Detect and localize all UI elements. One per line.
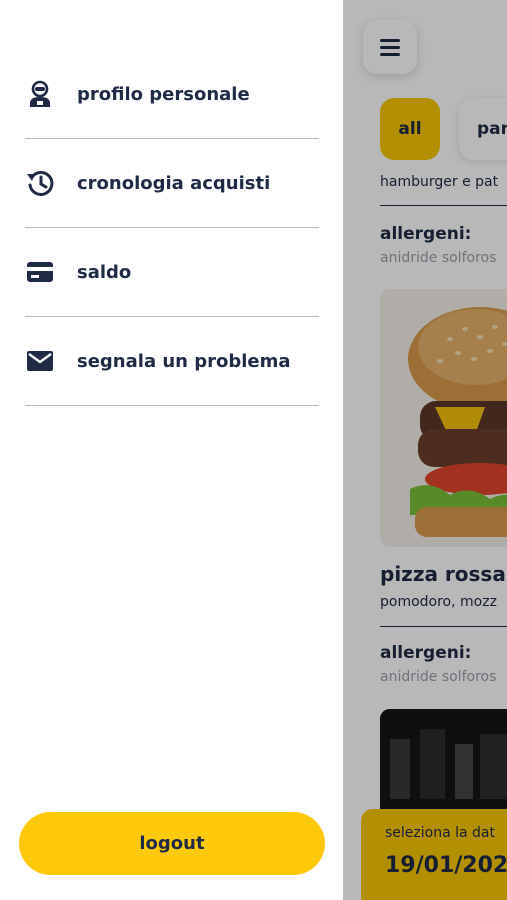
main-screen: all par hamburger e pat allergeni: anidr… [343, 0, 507, 900]
hamburger-image[interactable] [380, 289, 507, 547]
logout-button[interactable]: logout [19, 812, 325, 875]
menu-button[interactable] [363, 20, 417, 74]
allergens-text: anidride solforos [380, 669, 497, 685]
date-label: seleziona la dat [385, 825, 495, 841]
credit-card-icon [25, 257, 55, 287]
divider [380, 205, 507, 206]
allergens-title: allergeni: [380, 643, 472, 663]
drawer-item-balance[interactable]: saldo [25, 228, 319, 317]
mail-icon [25, 346, 55, 376]
allergens-text: anidride solforos [380, 250, 497, 266]
navigation-drawer: profilo personale cronologia acquisti sa… [0, 0, 343, 900]
drawer-item-purchase-history[interactable]: cronologia acquisti [25, 139, 319, 228]
divider [380, 626, 507, 627]
item-title: pizza rossa [380, 562, 506, 586]
food-image[interactable] [380, 709, 507, 809]
user-icon [25, 79, 55, 109]
drawer-item-label: profilo personale [77, 83, 250, 105]
category-description: hamburger e pat [380, 174, 499, 190]
history-icon [25, 168, 55, 198]
drawer-item-label: cronologia acquisti [77, 172, 271, 194]
drawer-item-report-problem[interactable]: segnala un problema [25, 317, 319, 406]
filter-chip-par[interactable]: par [459, 98, 507, 160]
hamburger-icon [380, 38, 400, 56]
item-description: pomodoro, mozz [380, 594, 497, 610]
filter-chip-all[interactable]: all [380, 98, 440, 160]
drawer-item-label: saldo [77, 261, 132, 283]
drawer-item-label: segnala un problema [77, 350, 291, 372]
date-value[interactable]: 19/01/2022 [385, 853, 507, 878]
allergens-title: allergeni: [380, 224, 472, 244]
drawer-item-profile[interactable]: profilo personale [25, 50, 319, 139]
date-picker-card[interactable]: seleziona la dat 19/01/2022 [361, 809, 507, 900]
